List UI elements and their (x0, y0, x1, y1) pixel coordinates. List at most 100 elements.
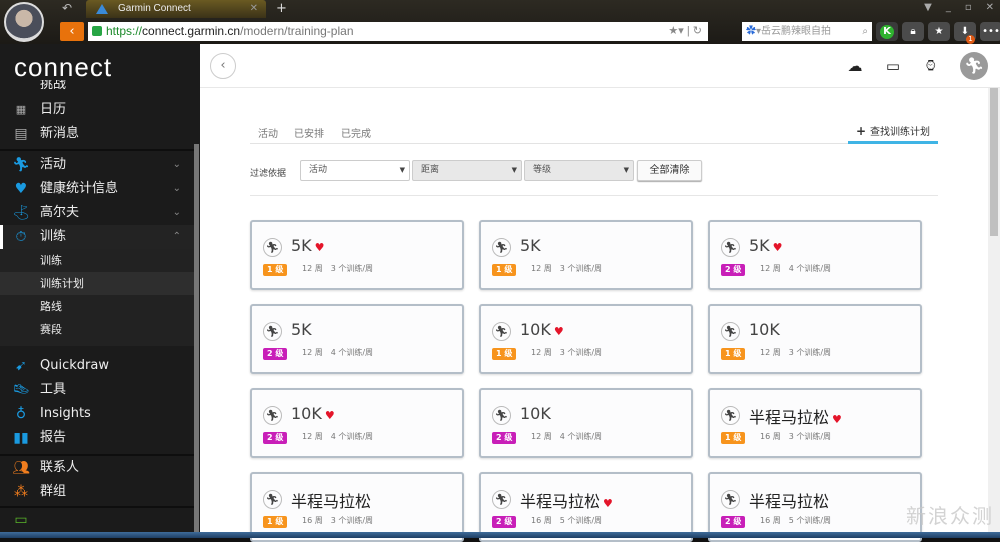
sidebar-item-activities[interactable]: 🏃︎ 活动 ⌄ (0, 153, 195, 177)
training-plan-card[interactable]: 🏃︎ 10K ♥ 1 级 12 周3 个训练/周 (479, 304, 693, 374)
window-controls: ▼ _ ▫ ✕ (924, 2, 994, 13)
chevron-down-icon[interactable]: ⌄ (173, 177, 181, 201)
tab-completed[interactable]: 已完成 (341, 125, 371, 140)
distance-filter-select[interactable]: 距离 ▼ (412, 160, 522, 181)
skin-icon[interactable]: ▼ (924, 2, 932, 13)
groups-icon: ⁂ (14, 484, 28, 500)
sidebar-item-gear[interactable]: 👟︎ 工具 (0, 378, 195, 402)
favorite-heart-icon[interactable]: ♥ (832, 413, 842, 426)
sidebar-item-groups[interactable]: ⁂ 群组 (0, 480, 195, 506)
tab-scheduled[interactable]: 已安排 (294, 125, 324, 140)
chevron-down-icon[interactable]: ⌄ (173, 153, 181, 177)
sidebar-item-newsfeed[interactable]: ▤ 新消息 (0, 122, 195, 146)
favorite-heart-icon[interactable]: ♥ (773, 241, 783, 254)
plan-weeks: 12 周 (302, 264, 323, 273)
level-filter-select[interactable]: 等级 ▼ (524, 160, 634, 181)
sidebar-item-calendar[interactable]: ▦ 日历 (0, 98, 195, 122)
training-plan-card[interactable]: 🏃︎ 10K 1 级 12 周 3 个训练/周 (708, 304, 922, 374)
training-plan-card[interactable]: 🏃︎ 10K ♥ 2 级 12 周4 个训练/周 (250, 388, 464, 458)
find-training-plan-tab[interactable]: + 查找训练计划 (848, 122, 938, 144)
plan-weeks: 16 周 (302, 516, 323, 525)
sidebar-subitem-training-plans[interactable]: 训练计划 (0, 272, 195, 295)
sidebar-item-connections[interactable]: 👥︎ 联系人 (0, 456, 195, 480)
browser-tab[interactable]: Garmin Connect ✕ (86, 0, 266, 18)
training-plan-card[interactable]: 🏃︎ 半程马拉松 ♥ 1 级 16 周3 个训练/周 (708, 388, 922, 458)
new-tab-button[interactable]: + (276, 0, 287, 18)
plan-meta: 16 周 5 个训练/周 (760, 515, 831, 526)
tab-active[interactable]: 活动 (258, 125, 278, 140)
lock-extension-button[interactable]: 🔒︎ (902, 22, 924, 41)
watch-icon[interactable]: ⌚︎ (922, 57, 940, 75)
training-plan-card[interactable]: 🏃︎ 5K ♥ 2 级 12 周4 个训练/周 (708, 220, 922, 290)
running-icon: 🏃︎ (263, 322, 282, 341)
plan-title-text: 5K (520, 236, 541, 255)
search-box[interactable]: ✿▾岳云鹏辣眼自拍 ⌕ (742, 22, 872, 41)
close-window-button[interactable]: ✕ (986, 2, 994, 13)
refresh-icon[interactable]: ↻ (693, 25, 702, 37)
download-button[interactable]: ⬇ 1 (954, 22, 976, 44)
sidebar-item-insights[interactable]: ♁ Insights (0, 402, 195, 426)
plan-title: 半程马拉松 (749, 488, 829, 512)
plan-title-text: 半程马拉松 (749, 492, 830, 511)
scrollbar-thumb[interactable] (990, 88, 998, 236)
page-scrollbar[interactable] (988, 88, 1000, 538)
sidebar-item-label: 路线 (40, 300, 62, 313)
level-badge: 2 级 (721, 516, 746, 528)
plan-meta: 12 周 4 个训练/周 (302, 431, 373, 442)
address-bar[interactable]: https://connect.garmin.cn/modern/trainin… (88, 22, 708, 41)
upload-cloud-icon[interactable]: ☁︎ (846, 57, 864, 75)
k-extension-button[interactable]: K (876, 22, 898, 41)
connect-logo[interactable]: connect (14, 52, 112, 83)
bookmark-star-icon[interactable]: ★▾ (668, 25, 683, 37)
back-button[interactable]: ‹ (60, 22, 84, 41)
extension-buttons: K 🔒︎ ★ ⬇ 1 ••• (876, 22, 1000, 44)
sidebar-item-health-stats[interactable]: ♥ 健康统计信息 ⌄ (0, 177, 195, 201)
undo-close-tab-icon[interactable]: ↶ (62, 1, 72, 15)
favorites-button[interactable]: ★ (928, 22, 950, 41)
sidebar-item-reports[interactable]: ▮▮ 报告 (0, 426, 195, 454)
close-tab-icon[interactable]: ✕ (250, 0, 258, 18)
favorite-heart-icon[interactable]: ♥ (603, 497, 613, 510)
sidebar-scrollbar[interactable] (194, 144, 199, 538)
search-icon[interactable]: ⌕ (862, 22, 868, 41)
sidebar-subitem-courses[interactable]: 路线 (0, 295, 195, 318)
sidebar-item-challenges[interactable]: 挑战 (0, 80, 195, 98)
sidebar-item-training[interactable]: ⏱︎ 训练 ⌃ (0, 225, 195, 249)
sidebar-item-more[interactable]: ▭ (0, 508, 195, 532)
filter-label: 过滤依据 (250, 169, 287, 179)
running-icon: 🏃︎ (721, 406, 740, 425)
sidebar-subitem-workouts[interactable]: 训练 (0, 249, 195, 272)
url-host: connect.garmin.cn (142, 24, 241, 38)
favorite-heart-icon[interactable]: ♥ (325, 409, 335, 422)
activity-filter-select[interactable]: 活动 ▼ (300, 160, 410, 181)
training-plan-card[interactable]: 🏃︎ 10K 2 级 12 周 4 个训练/周 (479, 388, 693, 458)
challenge-icon (12, 84, 30, 98)
sidebar-nav-top: 挑战 ▦ 日历 ▤ 新消息 (0, 80, 195, 146)
inbox-icon[interactable]: ▭ (884, 57, 902, 75)
user-avatar[interactable]: 🏃︎ (960, 52, 988, 80)
sidebar-item-golf[interactable]: ⛳︎ 高尔夫 ⌄ (0, 201, 195, 225)
collapse-sidebar-button[interactable]: ‹ (210, 53, 236, 79)
training-plan-card[interactable]: 🏃︎ 5K 1 级 12 周 3 个训练/周 (479, 220, 693, 290)
favorite-heart-icon[interactable]: ♥ (554, 325, 564, 338)
browser-profile-avatar[interactable] (4, 2, 44, 42)
training-plan-card[interactable]: 🏃︎ 5K 2 级 12 周 4 个训练/周 (250, 304, 464, 374)
heart-icon: ♥ (14, 181, 28, 197)
url-path: /modern/training-plan (240, 24, 354, 38)
minimize-button[interactable]: _ (946, 2, 951, 13)
chevron-up-icon[interactable]: ⌃ (173, 225, 181, 249)
running-icon: 🏃︎ (263, 490, 282, 509)
chevron-down-icon[interactable]: ⌄ (173, 201, 181, 225)
training-plan-card[interactable]: 🏃︎ 5K ♥ 1 级 12 周3 个训练/周 (250, 220, 464, 290)
maximize-button[interactable]: ▫ (965, 2, 972, 13)
clear-all-button[interactable]: 全部清除 (637, 160, 702, 181)
menu-button[interactable]: ••• (980, 22, 1000, 41)
sidebar-subitem-segments[interactable]: 赛段 (0, 318, 195, 346)
plan-workouts-per-week: 4 个训练/周 (330, 348, 374, 357)
browser-chrome: ↶ Garmin Connect ✕ + ▼ _ ▫ ✕ ‹ https://c… (0, 0, 1000, 44)
sidebar-item-label: 报告 (40, 430, 67, 445)
favorite-heart-icon[interactable]: ♥ (315, 241, 325, 254)
plan-workouts-per-week: 3 个训练/周 (788, 432, 832, 441)
os-taskbar (0, 532, 1000, 538)
sidebar-item-quickdraw[interactable]: ➹ Quickdraw (0, 354, 195, 378)
